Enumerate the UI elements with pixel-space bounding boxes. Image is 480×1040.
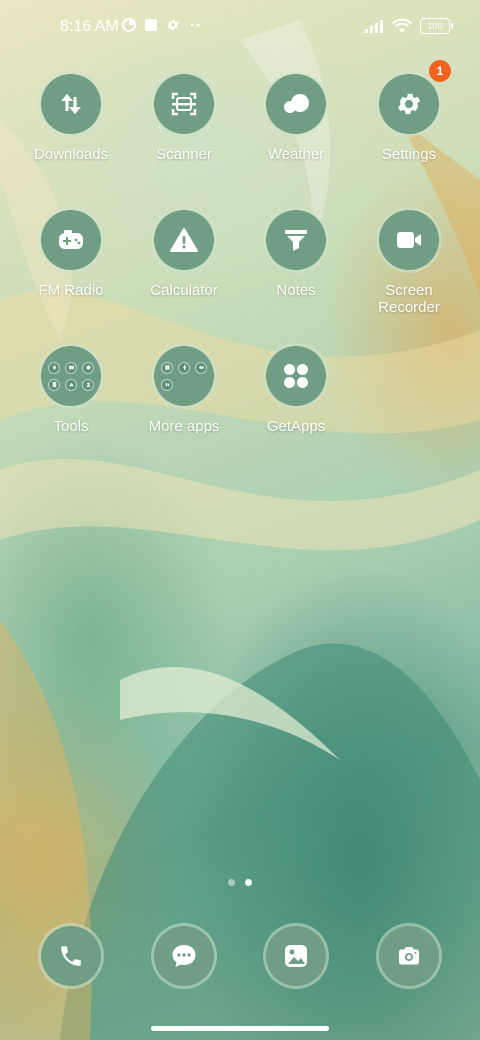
notification-badge: 1: [429, 60, 451, 82]
square-icon: [145, 19, 157, 31]
app-label: Notes: [276, 282, 316, 299]
dots-icon: [190, 23, 200, 27]
app-calculator[interactable]: Calculator: [129, 210, 239, 299]
dock-phone[interactable]: [41, 926, 101, 986]
folder-more-apps[interactable]: More apps: [129, 346, 239, 435]
page-dot-active[interactable]: [245, 879, 252, 886]
pie-icon: [122, 18, 136, 32]
mini-app-icon: [178, 361, 190, 374]
message-icon: [172, 945, 196, 967]
funnel-icon: [285, 230, 307, 251]
video-camera-icon: [397, 232, 421, 248]
cloud-icon: [284, 94, 309, 113]
app-icon-bg: [154, 210, 214, 270]
mini-app-icon: [195, 361, 207, 374]
scanner-icon: [171, 92, 197, 116]
mini-app-icon: [82, 361, 94, 374]
mini-app-icon: [65, 361, 77, 374]
system-icons: 100: [364, 18, 453, 34]
status-bar: 8:16 AM 100: [0, 0, 480, 56]
folder-icon: [41, 346, 101, 406]
app-fm-radio[interactable]: FM Radio: [16, 210, 126, 299]
app-label: Tools: [53, 418, 89, 435]
dock-gallery[interactable]: [266, 926, 326, 986]
mini-app-icon: [161, 378, 173, 391]
app-notes[interactable]: Notes: [241, 210, 351, 299]
app-settings[interactable]: Settings: [354, 74, 464, 163]
warning-icon: [170, 228, 198, 252]
dock-camera[interactable]: [379, 926, 439, 986]
app-screen-recorder[interactable]: Screen Recorder: [354, 210, 464, 316]
gallery-icon: [285, 945, 307, 967]
app-scanner[interactable]: Scanner: [129, 74, 239, 163]
app-label: More apps: [148, 418, 220, 435]
signal-icon: [365, 20, 383, 33]
app-label: Calculator: [150, 282, 218, 299]
app-label: Scanner: [156, 146, 212, 163]
app-label: Weather: [267, 146, 325, 163]
page-indicator: [228, 879, 252, 886]
folder-tools[interactable]: Tools: [16, 346, 126, 435]
dock-messages[interactable]: [154, 926, 214, 986]
mini-app-icon: [48, 361, 60, 374]
phone-icon: [61, 946, 81, 966]
battery-icon: 100: [420, 18, 453, 34]
app-icon-bg: [379, 210, 439, 270]
download-icon: [61, 94, 81, 114]
folder-icon: [154, 346, 214, 406]
app-label: Screen Recorder: [378, 282, 440, 316]
app-icon-bg: [154, 74, 214, 134]
app-icon-bg: [41, 210, 101, 270]
app-label: GetApps: [266, 418, 326, 435]
app-label: Downloads: [33, 146, 109, 163]
wifi-icon: [392, 18, 412, 33]
app-icon-bg: [379, 74, 439, 134]
notification-icons: [122, 18, 204, 32]
mini-app-icon: [161, 361, 173, 374]
radio-icon: [59, 230, 83, 249]
app-label: Settings: [381, 146, 437, 163]
mini-app-icon: [82, 378, 94, 391]
app-icon-bg: [41, 74, 101, 134]
mini-app-icon: [48, 378, 60, 391]
gear-icon: [397, 93, 421, 115]
mini-app-icon: [65, 378, 77, 391]
app-icon-bg: [266, 210, 326, 270]
clock: 8:16 AM: [60, 18, 119, 35]
page-dot[interactable]: [228, 879, 235, 886]
battery-level: 100: [427, 21, 443, 31]
app-label: FM Radio: [38, 282, 104, 299]
app-downloads[interactable]: Downloads: [16, 74, 126, 163]
gear-icon: [167, 19, 179, 31]
app-icon-bg: [266, 74, 326, 134]
camera-icon: [399, 947, 419, 965]
app-icon-bg: [266, 346, 326, 406]
four-dots-icon: [284, 364, 308, 388]
app-weather[interactable]: Weather: [241, 74, 351, 163]
app-getapps[interactable]: GetApps: [241, 346, 351, 435]
home-indicator[interactable]: [151, 1026, 329, 1031]
